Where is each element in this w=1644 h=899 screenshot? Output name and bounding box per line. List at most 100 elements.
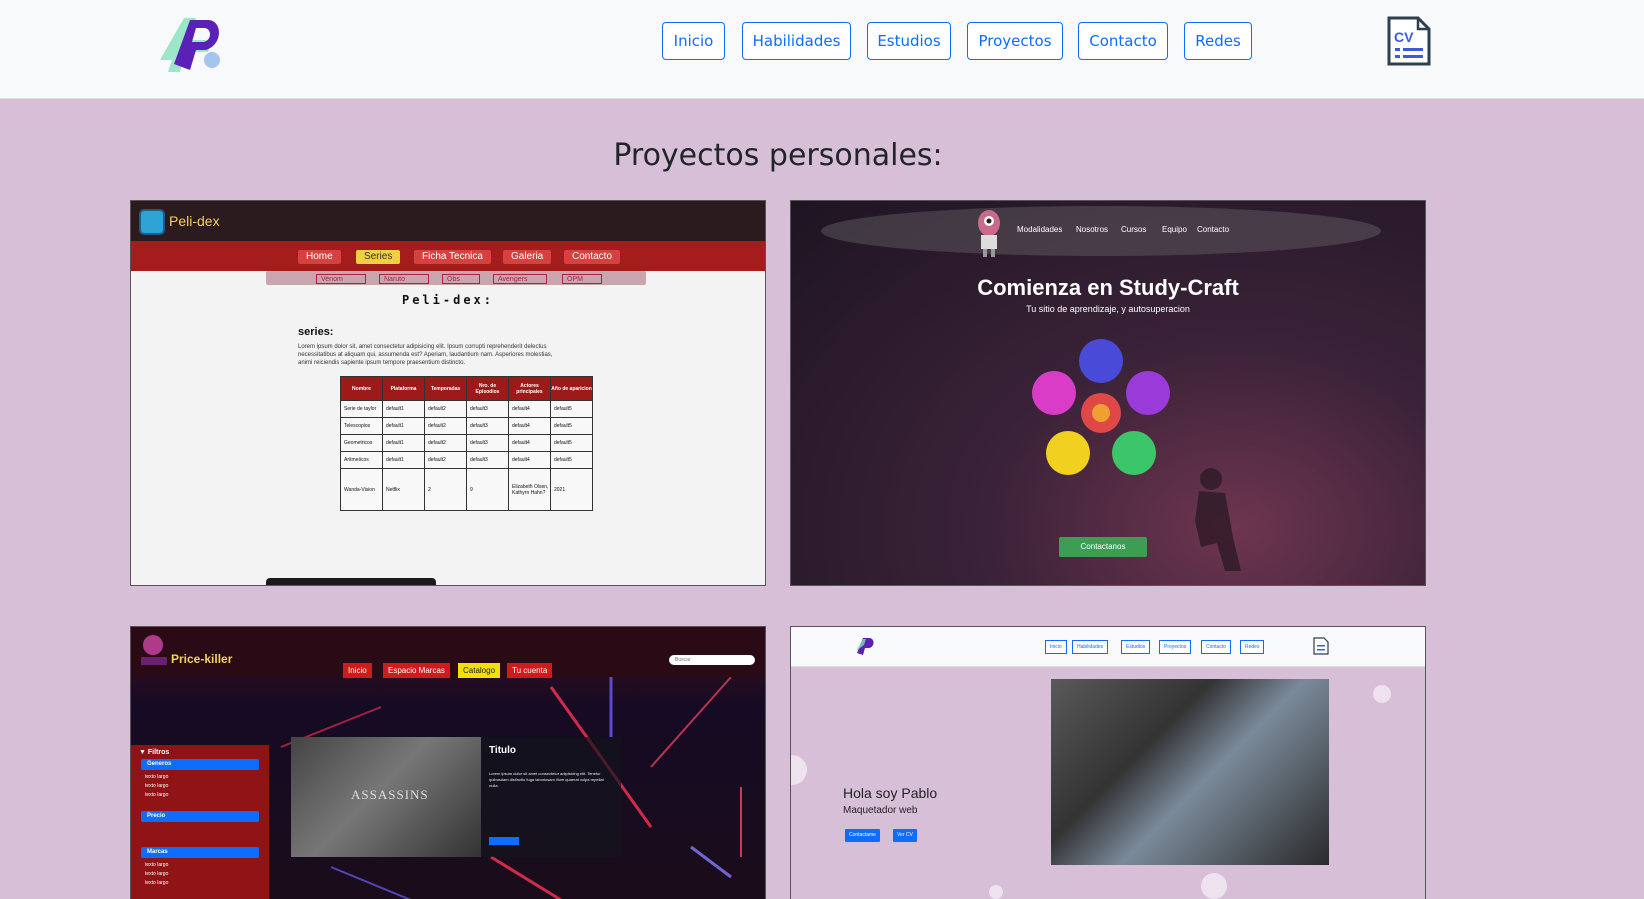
robot-mascot-icon [978, 210, 1000, 257]
nav-redes-button[interactable]: Redes [1184, 22, 1252, 60]
peli-dex-subnav: Venom Naruto Obs Avengers OPM [266, 271, 646, 285]
project-card-peli-dex[interactable]: Peli-dex Home Series Ficha Tecnica Galer… [130, 200, 766, 586]
peli-dex-subheading: series: [298, 326, 334, 338]
peli-dex-nav-item: Galeria [503, 250, 552, 264]
portfolio-nav-item: Redes [1240, 640, 1265, 654]
table-header: Nombre [340, 376, 383, 401]
product-info-card: Titulo Lorem ipsum dolor sit amet consec… [481, 737, 621, 857]
table-cell: default5 [550, 434, 593, 452]
filter-item: texto largo [145, 862, 169, 868]
nav-contacto-button[interactable]: Contacto [1078, 22, 1168, 60]
conference-photo [1051, 679, 1329, 865]
table-cell: default3 [466, 400, 509, 418]
portfolio-role: Maquetador web [843, 805, 918, 816]
project-card-study-craft[interactable]: Modalidades Nosotros Cursos Equipo Conta… [790, 200, 1426, 586]
decorative-bubble [989, 885, 1003, 899]
table-row: Serie de taylor default1 default2 defaul… [340, 400, 593, 418]
price-killer-nav-item: Inicio [343, 663, 372, 678]
table-header: Año de aparicion [550, 376, 593, 401]
study-craft-contact-button: Contactanos [1059, 537, 1147, 557]
price-killer-filters-panel: ▼ Filtros Generos texto largo texto larg… [131, 745, 269, 899]
peli-dex-header: Peli-dex [131, 201, 765, 241]
table-cell: default2 [424, 434, 467, 452]
table-cell: default1 [382, 417, 425, 435]
table-cell: default2 [424, 400, 467, 418]
price-killer-search-input: Buscar [669, 655, 755, 665]
peli-dex-nav-item: Ficha Tecnica [414, 250, 491, 264]
table-cell: 2021 [550, 468, 593, 511]
study-craft-nav-item: Cursos [1121, 225, 1147, 234]
peli-dex-subnav-item: Venom [316, 274, 366, 284]
product-description: Lorem ipsum dolor sit amet consectetur a… [489, 771, 604, 788]
table-row: Geometricos default1 default2 default3 d… [340, 434, 593, 452]
brand-logo-icon [856, 638, 874, 655]
filter-group-pill: Marcas [141, 847, 259, 858]
cv-document-icon[interactable]: CV [1386, 15, 1432, 67]
study-craft-nav-item: Modalidades [1017, 225, 1063, 234]
filters-title: ▼ Filtros [139, 749, 170, 756]
study-craft-heading: Comienza en Study-Craft [977, 275, 1239, 300]
portfolio-contact-button: Contactame [845, 829, 880, 842]
project-card-price-killer[interactable]: Price-killer Inicio Espacio Marcas Catal… [130, 626, 766, 899]
filter-item: texto largo [145, 871, 169, 877]
cv-icon-label: CV [1394, 29, 1414, 45]
nav-proyectos-button[interactable]: Proyectos [967, 22, 1063, 60]
decorative-bubble [1373, 685, 1391, 703]
table-cell: default4 [508, 434, 551, 452]
table-cell: Elizabeth Olsen, Kathyrn Hahn? [508, 468, 551, 511]
study-craft-nav-item: Equipo [1162, 225, 1187, 234]
portfolio-nav-item: Estudios [1121, 640, 1151, 654]
peli-dex-subnav-item: Naruto [379, 274, 429, 284]
filter-item: texto largo [145, 880, 169, 886]
table-cell: Wanda-Vision [340, 468, 383, 511]
cv-document-icon [1313, 637, 1329, 655]
table-cell: default3 [466, 434, 509, 452]
peli-dex-subnav-item: OPM [562, 274, 602, 284]
table-cell: default4 [508, 400, 551, 418]
project-card-portfolio[interactable]: Inicio Habilidades Estudios Proyectos Co… [790, 626, 1426, 899]
table-header: Plataforma [382, 376, 425, 401]
decorative-bubble [791, 755, 807, 785]
film-icon [139, 209, 165, 235]
peli-dex-nav-item: Series [356, 250, 401, 264]
table-cell: Netflix [382, 468, 425, 511]
portfolio-nav-item: Contacto [1201, 640, 1232, 654]
table-header: Temporadas [424, 376, 467, 401]
peli-dex-nav: Home Series Ficha Tecnica Galeria Contac… [131, 241, 765, 271]
filter-group-pill: Generos [141, 759, 259, 770]
table-cell: 2 [424, 468, 467, 511]
table-cell: default4 [508, 417, 551, 435]
table-cell: Aritmeticos [340, 451, 383, 469]
table-cell: default5 [550, 417, 593, 435]
brand-logo-icon[interactable] [150, 10, 226, 82]
table-header: Actores principales [508, 376, 551, 401]
top-navbar: Inicio Habilidades Estudios Proyectos Co… [0, 0, 1644, 99]
peli-dex-site-name: Peli-dex [169, 213, 220, 229]
nav-habilidades-button[interactable]: Habilidades [742, 22, 851, 60]
price-killer-nav-item: Tu cuenta [507, 663, 553, 678]
portfolio-header: Inicio Habilidades Estudios Proyectos Co… [791, 627, 1425, 667]
peli-dex-subnav-item: Obs [442, 274, 480, 284]
price-killer-nav-item: Catalogo [458, 663, 501, 678]
table-cell: default5 [550, 400, 593, 418]
product-buy-button [489, 837, 519, 845]
peli-dex-paragraph: Lorem ipsum dolor sit, amet consectetur … [298, 344, 553, 366]
table-cell: default2 [424, 417, 467, 435]
table-cell: Telescopios [340, 417, 383, 435]
table-cell: default1 [382, 400, 425, 418]
table-cell: Geometricos [340, 434, 383, 452]
decorative-bubble [1201, 873, 1227, 899]
table-cell: default1 [382, 451, 425, 469]
study-craft-nav-item: Contacto [1197, 225, 1230, 234]
nav-estudios-button[interactable]: Estudios [867, 22, 951, 60]
table-cell: Serie de taylor [340, 400, 383, 418]
portfolio-nav-item: Habilidades [1072, 640, 1109, 654]
game-cover-title: ASSASSINS [351, 787, 429, 802]
table-row: Telescopios default1 default2 default3 d… [340, 417, 593, 435]
table-row: Wanda-Vision Netflix 2 9 Elizabeth Olsen… [340, 468, 593, 511]
table-cell: default3 [466, 417, 509, 435]
table-cell: default4 [508, 451, 551, 469]
portfolio-nav-item: Inicio [1045, 640, 1067, 654]
table-cell: 9 [466, 468, 509, 511]
nav-inicio-button[interactable]: Inicio [662, 22, 725, 60]
